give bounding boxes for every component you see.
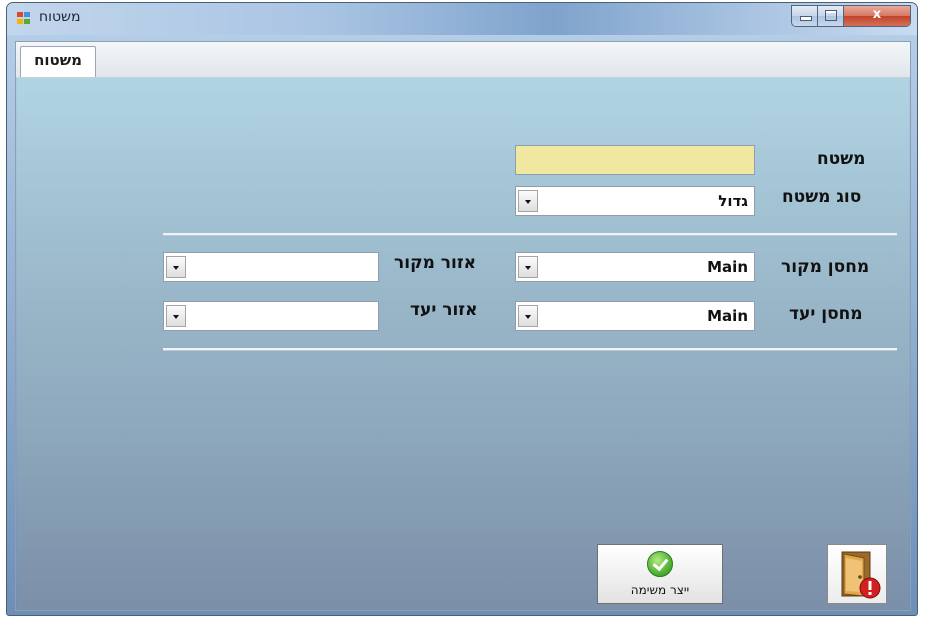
- tab-strip: משטוח: [16, 42, 910, 78]
- pallet-type-dropdown-button[interactable]: [518, 190, 538, 212]
- target-warehouse-select[interactable]: Main: [515, 301, 755, 331]
- source-area-select[interactable]: [163, 252, 379, 282]
- check-icon: [647, 551, 673, 577]
- pallet-type-label: סוג משטח: [782, 187, 862, 207]
- source-warehouse-dropdown-button[interactable]: [518, 256, 538, 278]
- close-button[interactable]: x: [844, 6, 910, 26]
- source-warehouse-value: Main: [707, 258, 748, 276]
- pallet-label: משטח: [817, 149, 866, 169]
- title-bar[interactable]: משטוח x: [7, 3, 917, 35]
- source-area-dropdown-button[interactable]: [166, 256, 186, 278]
- pallet-type-select[interactable]: גדול: [515, 186, 755, 216]
- exit-door-icon: [841, 551, 881, 599]
- target-area-label: אזור יעד: [410, 300, 478, 320]
- divider-bottom: [163, 348, 897, 351]
- source-area-label: אזור מקור: [394, 253, 477, 273]
- source-warehouse-label: מחסן מקור: [781, 257, 870, 277]
- pallet-type-value: גדול: [718, 192, 748, 210]
- pallet-input[interactable]: [515, 145, 755, 175]
- window-title: משטוח: [39, 9, 81, 25]
- client-area: משטוח משטח סוג משטח גדול מחסן מקור Main …: [15, 41, 911, 611]
- close-icon: x: [872, 7, 882, 22]
- minimize-button[interactable]: [792, 6, 818, 26]
- target-area-dropdown-button[interactable]: [166, 305, 186, 327]
- target-warehouse-dropdown-button[interactable]: [518, 305, 538, 327]
- source-warehouse-select[interactable]: Main: [515, 252, 755, 282]
- create-task-button[interactable]: ייצר משימה: [597, 544, 723, 604]
- divider-top: [163, 233, 897, 236]
- tab-pallet[interactable]: משטוח: [20, 46, 96, 77]
- tab-panel: משטח סוג משטח גדול מחסן מקור Main אזור מ…: [17, 78, 909, 610]
- app-window: משטוח x משטוח משטח סוג משטח גדול מחסן מק…: [6, 2, 918, 616]
- app-icon: [17, 12, 31, 25]
- target-area-select[interactable]: [163, 301, 379, 331]
- maximize-button[interactable]: [818, 6, 844, 26]
- exit-button[interactable]: [827, 544, 887, 604]
- create-task-label: ייצר משימה: [630, 583, 690, 597]
- target-warehouse-value: Main: [707, 307, 748, 325]
- target-warehouse-label: מחסן יעד: [789, 304, 863, 324]
- window-controls: x: [791, 5, 911, 27]
